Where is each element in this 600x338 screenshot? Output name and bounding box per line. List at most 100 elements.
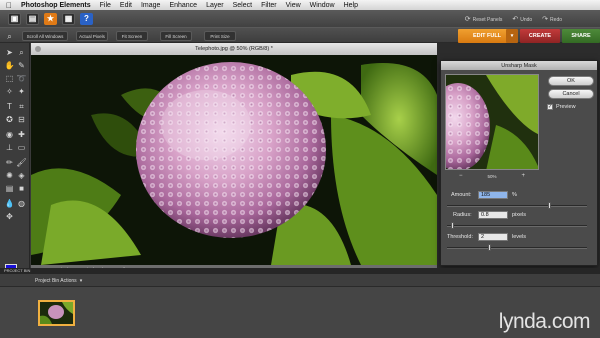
apple-icon[interactable]:  [6, 1, 12, 10]
sponge-tool-icon[interactable]: ◍ [16, 198, 27, 209]
fill-screen-button[interactable]: Fill Screen [160, 31, 192, 41]
thumbnail-photo [40, 302, 73, 324]
organizer-icon[interactable]: ★ [44, 12, 57, 25]
menu-select[interactable]: Select [233, 2, 252, 9]
project-bin-toolbar: Project Bin Actions ▾ [0, 274, 600, 287]
threshold-unit: levels [512, 234, 527, 240]
reset-icon: ⟳ [464, 15, 471, 23]
menu-image[interactable]: Image [141, 2, 160, 9]
dialog-title[interactable]: Unsharp Mask [441, 61, 597, 70]
document-title: Telephoto.jpg @ 50% (RGB/8) * [195, 46, 273, 52]
threshold-field[interactable]: 2 [478, 233, 508, 241]
threshold-slider[interactable] [447, 244, 587, 251]
quick-selection-tool-icon[interactable]: ✦ [16, 86, 27, 97]
menu-file[interactable]: File [100, 2, 111, 9]
preview-photo [446, 75, 538, 169]
help-icon[interactable]: ? [80, 12, 93, 25]
zoom-tool-icon[interactable]: ⌕ [16, 47, 27, 58]
content-aware-move-tool-icon[interactable]: ✥ [4, 211, 15, 222]
lasso-tool-icon[interactable]: ➰ [16, 73, 27, 84]
eraser-tool-icon[interactable]: ▭ [16, 142, 27, 153]
undo-icon: ↶ [512, 15, 519, 23]
chevron-down-icon: ▾ [79, 278, 83, 284]
document-canvas[interactable] [31, 55, 437, 265]
amount-field[interactable]: 185 [478, 191, 508, 199]
radius-slider[interactable] [447, 222, 587, 229]
options-bar: ⌕ Scroll All Windows Actual Pixels Fit S… [0, 27, 600, 43]
menu-enhance[interactable]: Enhance [169, 2, 197, 9]
blur-tool-icon[interactable]: 💧 [4, 198, 15, 209]
menu-edit[interactable]: Edit [120, 2, 132, 9]
print-size-button[interactable]: Print Size [204, 31, 236, 41]
project-bin-actions-dropdown[interactable]: Project Bin Actions ▾ [35, 277, 82, 285]
unsharp-mask-dialog: Unsharp Mask − 50% + OK Cancel ✓ Preview… [440, 60, 598, 266]
zoom-tool-option-icon[interactable]: ⌕ [4, 31, 15, 42]
undo-button[interactable]: ↶ Undo [512, 15, 532, 23]
brush-tool-icon[interactable]: 🖌 [16, 157, 27, 168]
fit-screen-button[interactable]: Fit Screen [116, 31, 148, 41]
preview-label: Preview [556, 104, 576, 110]
redo-icon: ↷ [542, 15, 549, 23]
dialog-preview-image[interactable] [445, 74, 539, 170]
pencil-tool-icon[interactable]: ✏ [4, 157, 15, 168]
threshold-label: Threshold: [447, 234, 473, 240]
menu-filter[interactable]: Filter [261, 2, 277, 9]
amount-slider[interactable] [447, 202, 587, 209]
ok-button[interactable]: OK [548, 76, 594, 86]
toolbox: ➤ ⌕ ✋ ✎ ⬚ ➰ ✧ ✦ T ⌗ ✪ ⊟ ◉ ✚ ⊥ ▭ ✏ 🖌 ✺ ◈ … [0, 43, 30, 282]
reset-panels-button[interactable]: ⟳ Reset Panels [465, 15, 503, 23]
edit-mode-dropdown-icon[interactable]: ▾ [506, 29, 518, 43]
radius-label: Radius: [453, 212, 472, 218]
eyedropper-tool-icon[interactable]: ✎ [16, 60, 27, 71]
amount-unit: % [512, 192, 517, 198]
type-tool-icon[interactable]: T [4, 101, 15, 112]
project-bin: lynda.com [0, 287, 600, 338]
magic-wand-tool-icon[interactable]: ✧ [4, 86, 15, 97]
menu-view[interactable]: View [286, 2, 301, 9]
close-document-icon[interactable] [35, 46, 41, 52]
hand-tool-icon[interactable]: ✋ [4, 60, 15, 71]
menu-help[interactable]: Help [344, 2, 358, 9]
project-bin-actions-label: Project Bin Actions [35, 278, 77, 284]
threshold-slider-thumb[interactable] [488, 244, 491, 251]
redo-button[interactable]: ↷ Redo [542, 15, 562, 23]
document-title-bar[interactable]: Telephoto.jpg @ 50% (RGB/8) * [31, 43, 437, 55]
checkmark-icon: ✓ [547, 104, 553, 110]
healing-brush-tool-icon[interactable]: ✚ [16, 129, 27, 140]
smart-brush-tool-icon[interactable]: ✺ [4, 170, 15, 181]
amount-slider-thumb[interactable] [548, 202, 551, 209]
marquee-tool-icon[interactable]: ⬚ [4, 73, 15, 84]
actual-pixels-button[interactable]: Actual Pixels [76, 31, 108, 41]
menu-window[interactable]: Window [310, 2, 335, 9]
radius-field[interactable]: 0.8 [478, 211, 508, 219]
radius-slider-thumb[interactable] [451, 222, 454, 229]
crop-tool-icon[interactable]: ⌗ [16, 101, 27, 112]
menu-layer[interactable]: Layer [206, 2, 224, 9]
app-toolbar: ▣ ▤ ★ ▦ ? ⟳ Reset Panels ↶ Undo ↷ Redo [0, 10, 600, 27]
screen-layout-icon[interactable]: ▦ [62, 12, 75, 25]
document-window: Telephoto.jpg @ 50% (RGB/8) * [31, 43, 437, 273]
zoom-in-button[interactable]: + [521, 173, 525, 179]
shape-tool-icon[interactable]: ■ [16, 183, 27, 194]
preview-checkbox[interactable]: ✓ Preview [547, 104, 576, 110]
open-icon[interactable]: ▤ [26, 12, 39, 25]
red-eye-tool-icon[interactable]: ◉ [4, 129, 15, 140]
preview-zoom-controls: − 50% + [445, 172, 539, 180]
cookie-cutter-tool-icon[interactable]: ✪ [4, 114, 15, 125]
project-bin-thumbnail[interactable] [38, 300, 75, 326]
clone-stamp-tool-icon[interactable]: ⊥ [4, 142, 15, 153]
tab-create[interactable]: CREATE [520, 29, 560, 43]
lynda-watermark: lynda.com [498, 310, 591, 333]
new-file-icon[interactable]: ▣ [8, 12, 21, 25]
preview-zoom-level: 50% [487, 173, 497, 179]
cancel-button[interactable]: Cancel [548, 89, 594, 99]
menu-bar:  Photoshop Elements File Edit Image Enh… [0, 0, 600, 10]
gradient-tool-icon[interactable]: ▤ [4, 183, 15, 194]
menu-app-name[interactable]: Photoshop Elements [21, 2, 91, 9]
straighten-tool-icon[interactable]: ⊟ [16, 114, 27, 125]
paint-bucket-tool-icon[interactable]: ◈ [16, 170, 27, 181]
tab-share[interactable]: SHARE [562, 29, 600, 43]
zoom-out-button[interactable]: − [459, 173, 463, 179]
scroll-all-windows-checkbox[interactable]: Scroll All Windows [22, 31, 68, 41]
move-tool-icon[interactable]: ➤ [4, 47, 15, 58]
